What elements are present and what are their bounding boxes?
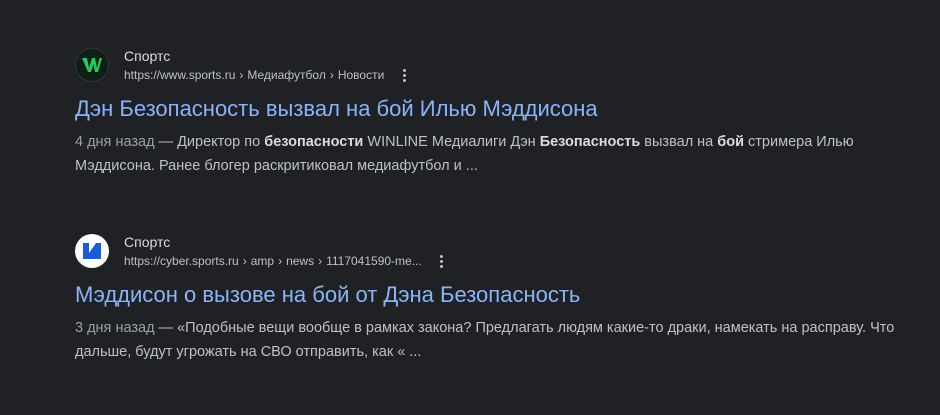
search-result: Спортс https://cyber.sports.ru › amp › n…: [75, 226, 915, 364]
breadcrumb-separator: ›: [278, 254, 283, 268]
breadcrumb-item: Новости: [337, 68, 385, 82]
breadcrumb-separator: ›: [329, 68, 334, 82]
result-date: 4 дня назад: [75, 134, 155, 150]
result-title-link[interactable]: Дэн Безопасность вызвал на бой Илью Мэдд…: [75, 94, 915, 124]
display-url: https://www.sports.ru › Медиафутбол › Но…: [124, 66, 412, 84]
more-options-icon[interactable]: [434, 252, 450, 270]
url-host: https://cyber.sports.ru: [124, 254, 239, 268]
result-source[interactable]: Спортс https://www.sports.ru › Медиафутб…: [75, 40, 915, 90]
snippet-highlight: Безопасность: [539, 134, 641, 150]
result-source[interactable]: Спортс https://cyber.sports.ru › amp › n…: [75, 226, 915, 276]
result-date: 3 дня назад: [75, 320, 155, 336]
breadcrumb-item: news: [286, 254, 315, 268]
snippet-text: — «Подобные вещи вообще в рамках закона?…: [75, 320, 895, 360]
breadcrumb-separator: ›: [239, 68, 244, 82]
source-text: Спортс https://cyber.sports.ru › amp › n…: [124, 232, 450, 270]
site-name: Спортс: [124, 48, 171, 64]
snippet-highlight: безопасности: [264, 134, 364, 150]
source-text: Спортс https://www.sports.ru › Медиафутб…: [124, 46, 412, 84]
sports-ru-green-logo-icon: [75, 48, 109, 82]
display-url: https://cyber.sports.ru › amp › news › 1…: [124, 252, 450, 270]
cyber-sports-logo-icon: [75, 234, 109, 268]
breadcrumb-separator: ›: [318, 254, 323, 268]
more-options-icon[interactable]: [396, 66, 412, 84]
snippet-text: вызвал на: [640, 134, 718, 150]
snippet-text: WINLINE Медиалиги Дэн: [363, 134, 540, 150]
breadcrumb-item: amp: [250, 254, 275, 268]
snippet-highlight: бой: [717, 134, 745, 150]
search-result: Спортс https://www.sports.ru › Медиафутб…: [75, 40, 915, 178]
result-snippet: 4 дня назад — Директор по безопасности W…: [75, 130, 915, 178]
breadcrumb-item: Медиафутбол: [247, 68, 326, 82]
result-title-link[interactable]: Мэддисон о вызове на бой от Дэна Безопас…: [75, 280, 915, 310]
result-snippet: 3 дня назад — «Подобные вещи вообще в ра…: [75, 316, 915, 364]
breadcrumb-separator: ›: [242, 254, 247, 268]
snippet-text: — Директор по: [154, 134, 265, 150]
url-host: https://www.sports.ru: [124, 68, 236, 82]
breadcrumb-item: 1117041590-me...: [326, 254, 422, 268]
site-name: Спортс: [124, 234, 171, 250]
